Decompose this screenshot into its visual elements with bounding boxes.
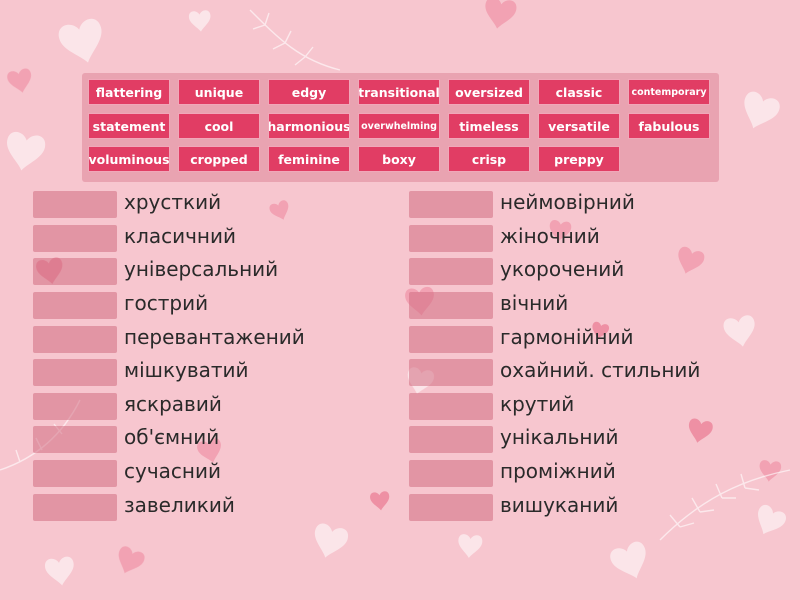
drop-slot[interactable] — [409, 359, 493, 386]
drop-slot[interactable] — [33, 359, 117, 386]
drop-slot[interactable] — [33, 258, 117, 285]
word-tile[interactable]: cropped — [178, 146, 260, 172]
target-word: об'ємний — [124, 425, 220, 449]
drop-slot[interactable] — [409, 393, 493, 420]
drop-slot[interactable] — [33, 494, 117, 521]
word-tile[interactable]: feminine — [268, 146, 350, 172]
target-word: хрусткий — [124, 190, 222, 214]
word-tile[interactable]: versatile — [538, 113, 620, 139]
drop-slot[interactable] — [33, 292, 117, 319]
word-bank: flattering unique edgy transitional over… — [82, 73, 719, 182]
word-tile[interactable]: voluminous — [88, 146, 170, 172]
word-tile[interactable]: statement — [88, 113, 170, 139]
target-word: жіночний — [500, 224, 600, 248]
target-word: завеликий — [124, 493, 235, 517]
word-tile[interactable]: unique — [178, 79, 260, 105]
target-word: крутий — [500, 392, 575, 416]
drop-slot[interactable] — [409, 494, 493, 521]
word-tile[interactable]: classic — [538, 79, 620, 105]
target-word: гармонійний — [500, 325, 634, 349]
target-word: проміжний — [500, 459, 616, 483]
word-tile[interactable]: overwhelming — [358, 113, 440, 139]
word-tile[interactable]: harmonious — [268, 113, 350, 139]
drop-slot[interactable] — [409, 191, 493, 218]
drop-slot[interactable] — [409, 225, 493, 252]
word-tile[interactable]: boxy — [358, 146, 440, 172]
word-tile[interactable]: transitional — [358, 79, 440, 105]
word-tile[interactable]: timeless — [448, 113, 530, 139]
drop-slot[interactable] — [409, 460, 493, 487]
target-word: класичний — [124, 224, 237, 248]
word-tile[interactable]: oversized — [448, 79, 530, 105]
word-tile[interactable]: edgy — [268, 79, 350, 105]
target-word: мішкуватий — [124, 358, 249, 382]
target-word: універсальний — [124, 257, 279, 281]
target-word: укорочений — [500, 257, 625, 281]
drop-slot[interactable] — [409, 292, 493, 319]
drop-slot[interactable] — [409, 258, 493, 285]
word-tile[interactable]: flattering — [88, 79, 170, 105]
target-word: охайний. стильний — [500, 358, 701, 382]
target-word: сучасний — [124, 459, 221, 483]
target-word: вишуканий — [500, 493, 619, 517]
target-word: неймовірний — [500, 190, 635, 214]
drop-slot[interactable] — [33, 225, 117, 252]
target-word: яскравий — [124, 392, 222, 416]
drop-slot[interactable] — [33, 326, 117, 353]
drop-slot[interactable] — [409, 426, 493, 453]
drop-slot[interactable] — [33, 426, 117, 453]
word-tile[interactable]: crisp — [448, 146, 530, 172]
target-word: унікальний — [500, 425, 619, 449]
target-word: вічний — [500, 291, 569, 315]
target-word: гострий — [124, 291, 209, 315]
word-tile[interactable]: preppy — [538, 146, 620, 172]
target-word: перевантажений — [124, 325, 305, 349]
drop-slot[interactable] — [409, 326, 493, 353]
word-tile[interactable]: contemporary — [628, 79, 710, 105]
drop-slot[interactable] — [33, 191, 117, 218]
word-tile[interactable]: cool — [178, 113, 260, 139]
drop-slot[interactable] — [33, 393, 117, 420]
drop-slot[interactable] — [33, 460, 117, 487]
word-tile[interactable]: fabulous — [628, 113, 710, 139]
